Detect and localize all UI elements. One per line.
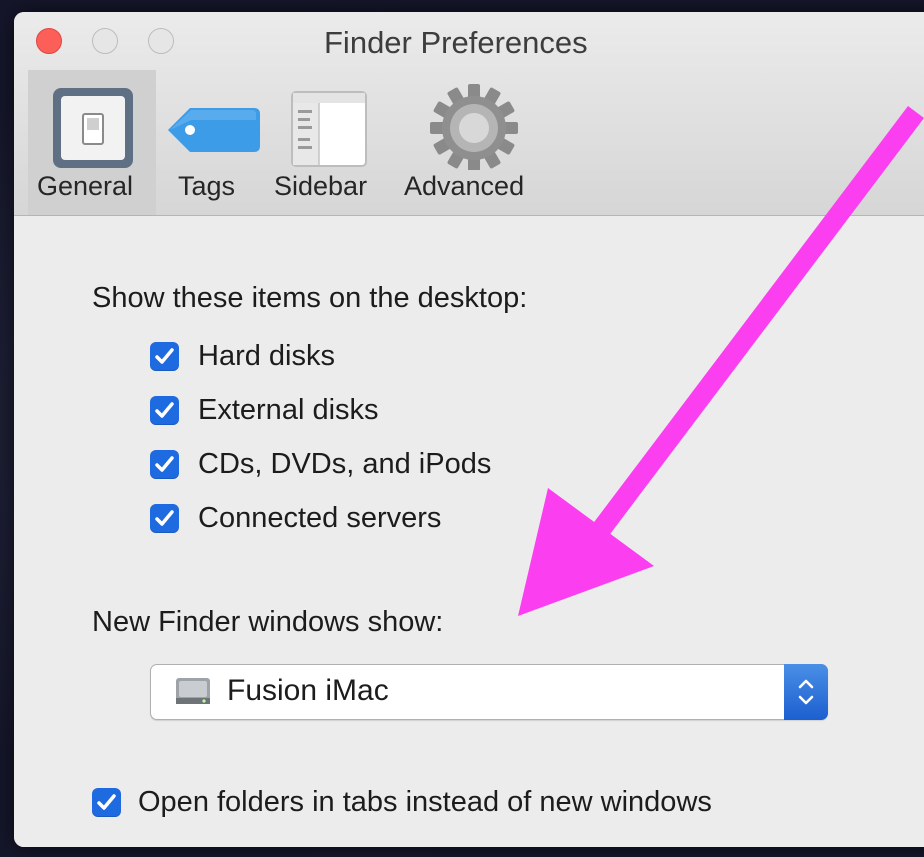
checkmark-icon [155, 402, 174, 418]
new-window-target-label: Fusion iMac [227, 674, 389, 707]
tag-icon [168, 108, 260, 152]
tab-advanced-label: Advanced [404, 171, 525, 201]
tab-general[interactable]: General [28, 70, 156, 215]
minimize-button[interactable] [92, 28, 118, 54]
updown-chevron-icon [798, 679, 814, 705]
zoom-button[interactable] [148, 28, 174, 54]
gear-icon [430, 84, 518, 170]
external-disks-checkbox[interactable] [150, 396, 179, 425]
cds-dvds-ipods-label: CDs, DVDs, and iPods [198, 448, 492, 480]
cds-dvds-ipods-checkbox[interactable] [150, 450, 179, 479]
connected-servers-checkbox[interactable] [150, 504, 179, 533]
external-disks-label: External disks [198, 394, 379, 426]
sidebar-icon [291, 91, 367, 167]
open-in-tabs-checkbox[interactable] [92, 788, 121, 817]
desktop-items-heading: Show these items on the desktop: [92, 282, 528, 314]
tab-general-label: General [37, 171, 134, 201]
tab-sidebar-label: Sidebar [274, 171, 368, 201]
hard-disks-label: Hard disks [198, 340, 335, 372]
hard-disks-checkbox[interactable] [150, 342, 179, 371]
tab-tags-label: Tags [178, 171, 236, 201]
close-button[interactable] [36, 28, 62, 54]
new-window-target-popup[interactable]: Fusion iMac [150, 664, 828, 720]
checkmark-icon [155, 456, 174, 472]
finder-preferences-window: Finder Preferences General Tags Sidebar … [14, 12, 924, 847]
new-window-heading: New Finder windows show: [92, 606, 444, 638]
general-pane: Show these items on the desktop: Hard di… [14, 216, 924, 847]
open-in-tabs-label: Open folders in tabs instead of new wind… [138, 786, 712, 818]
checkmark-icon [155, 510, 174, 526]
popup-stepper[interactable] [784, 664, 828, 720]
titlebar: Finder Preferences General Tags Sidebar … [14, 12, 924, 216]
tab-tags[interactable]: Tags [164, 70, 264, 215]
connected-servers-label: Connected servers [198, 502, 442, 534]
checkmark-icon [97, 794, 116, 810]
tab-sidebar[interactable]: Sidebar [274, 70, 394, 215]
window-title: Finder Preferences [324, 25, 588, 60]
hard-disk-icon [176, 678, 210, 704]
checkmark-icon [155, 348, 174, 364]
general-switch-icon [53, 88, 133, 168]
tab-advanced[interactable]: Advanced [402, 70, 552, 215]
